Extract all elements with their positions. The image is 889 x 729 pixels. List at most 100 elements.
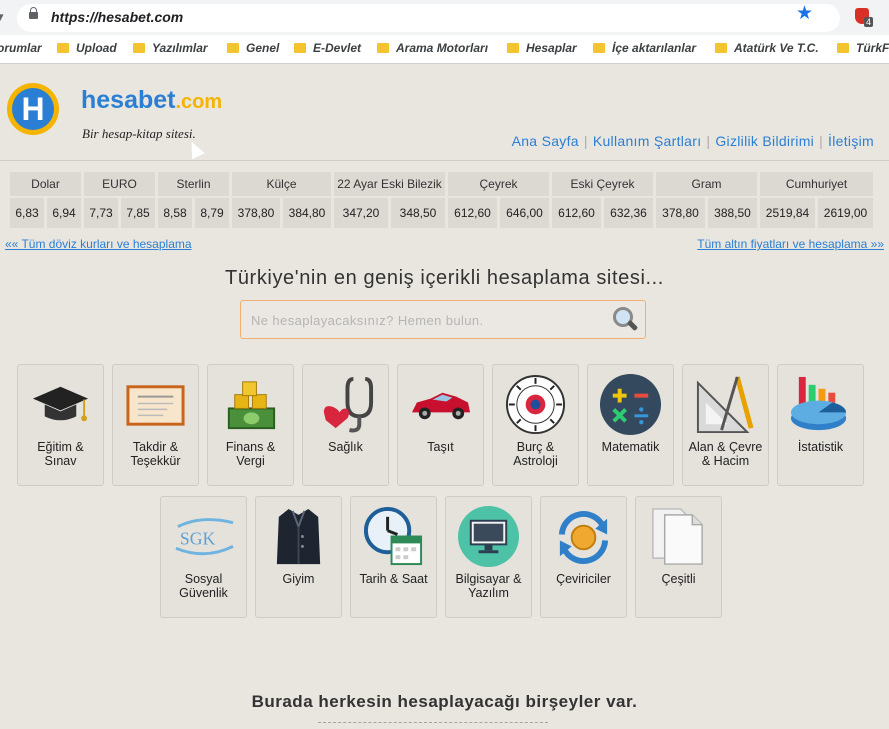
zodiac-icon [505,374,566,435]
category-label: Çeviriciler [556,572,611,586]
nav-separator: | [819,133,824,149]
category-miscellaneous[interactable]: Çeşitli [635,496,722,618]
bookmark-label: Hesaplar [526,41,577,55]
bookmark-item[interactable]: Upload [57,41,117,55]
rate-header-cell[interactable]: 22 Ayar Eski Bilezik [334,172,445,196]
geometry-icon [696,376,754,434]
category-label: Alan & Çevre & Hacim [688,440,763,468]
rate-sell-value: 6,94 [47,198,81,228]
nav-link-privacy[interactable]: Gizlilik Bildirimi [715,133,814,149]
rate-header-cell[interactable]: EURO [84,172,155,196]
folder-icon [507,43,519,53]
brand-name: hesabet [81,86,176,114]
bookmark-star-icon[interactable]: ★ [796,2,813,25]
rates-header-row: Dolar EURO Sterlin Külçe 22 Ayar Eski Bi… [10,172,873,196]
rate-sell-value: 348,50 [391,198,445,228]
rate-header-cell[interactable]: Sterlin [158,172,229,196]
bookmark-item[interactable]: E-Devlet [294,41,361,55]
category-astrology[interactable]: Burç & Astroloji [492,364,579,486]
folder-icon [377,43,389,53]
brand-wordmark[interactable]: hesabet.com [81,86,222,115]
site-logo[interactable]: H [7,83,59,135]
bookmark-label: Atatürk Ve T.C. [734,41,819,55]
category-label: İstatistik [797,440,844,454]
category-geometry[interactable]: Alan & Çevre & Hacim [682,364,769,486]
site-slogan: Bir hesap-kitap sitesi. [82,126,196,141]
category-appreciation[interactable]: Takdir & Teşekkür [112,364,199,486]
nav-link-contact[interactable]: İletişim [828,133,874,149]
category-math[interactable]: Matematik [587,364,674,486]
money-icon [227,381,276,430]
bookmark-item[interactable]: İçe aktarılanlar [593,41,696,55]
stethoscope-icon [323,376,374,433]
category-label: Bilgisayar & Yazılım [455,572,522,600]
search-input[interactable]: Ne hesaplayacaksınız? Hemen bulun. [251,313,484,328]
bookmark-item[interactable]: orumlar [0,41,42,55]
all-currency-rates-link[interactable]: «« Tüm döviz kurları ve hesaplama [5,237,192,251]
address-bar: ▾ https://hesabet.com ★ 4 [0,0,889,35]
bottom-tagline: Burada herkesin hesaplayacağı birşeyler … [251,692,638,711]
category-statistics[interactable]: İstatistik [777,364,864,486]
rate-sell-value: 384,80 [283,198,331,228]
category-vehicle[interactable]: Taşıt [397,364,484,486]
rate-buy-value: 2519,84 [760,198,815,228]
rate-sell-value: 8,79 [195,198,229,228]
rate-buy-value: 612,60 [448,198,497,228]
bookmark-item[interactable]: Arama Motorları [377,41,488,55]
bookmark-item[interactable]: Yazılımlar [133,41,208,55]
header-divider [0,160,889,161]
category-health[interactable]: Sağlık [302,364,389,486]
folder-icon [837,43,849,53]
nav-link-home[interactable]: Ana Sayfa [512,133,579,149]
search-button[interactable] [611,306,639,333]
lock-icon[interactable] [29,7,38,19]
logo-h-icon: H [12,88,54,130]
rate-buy-value: 347,20 [334,198,388,228]
dropdown-arrow-icon[interactable]: ▾ [0,9,4,25]
folder-icon [294,43,306,53]
bookmark-label: Upload [76,41,117,55]
omnibox[interactable]: https://hesabet.com [17,4,840,32]
search-box[interactable]: Ne hesaplayacaksınız? Hemen bulun. [240,300,646,339]
nav-separator: | [583,133,588,149]
exchange-rates-table: Dolar EURO Sterlin Külçe 22 Ayar Eski Bi… [7,170,876,230]
bookmark-label: Arama Motorları [396,41,489,55]
graduation-cap-icon [32,386,89,422]
category-computer[interactable]: Bilgisayar & Yazılım [445,496,532,618]
certificate-icon [126,385,185,426]
category-social-security[interactable]: SGK Sosyal Güvenlik [160,496,247,618]
extension-badge: 4 [864,17,874,27]
category-clothing[interactable]: Giyim [255,496,342,618]
category-education[interactable]: Eğitim & Sınav [17,364,104,486]
category-label: Sağlık [328,440,363,454]
rate-header-cell[interactable]: Külçe [232,172,331,196]
bookmark-item[interactable]: Hesaplar [507,41,577,55]
rate-header-cell[interactable]: Cumhuriyet [760,172,873,196]
bookmark-item[interactable]: Atatürk Ve T.C. [715,41,819,55]
folder-icon [715,43,727,53]
nav-separator: | [706,133,711,149]
rate-header-cell[interactable]: Gram [656,172,757,196]
folder-icon [133,43,145,53]
category-label: Finans & Vergi [225,440,276,468]
category-finance[interactable]: Finans & Vergi [207,364,294,486]
bookmark-label: İçe aktarılanlar [612,41,697,55]
nav-link-terms[interactable]: Kullanım Şartları [593,133,702,149]
category-converters[interactable]: Çeviriciler [540,496,627,618]
computer-icon [457,505,520,568]
bookmark-item[interactable]: TürkFo [837,41,889,55]
rate-header-cell[interactable]: Eski Çeyrek [552,172,653,196]
url-text[interactable]: https://hesabet.com [51,9,183,25]
category-label: Giyim [282,572,315,586]
top-navigation: Ana Sayfa | Kullanım Şartları | Gizlilik Bil… [512,133,874,149]
rate-buy-value: 612,60 [552,198,601,228]
category-date-time[interactable]: Tarih & Saat [350,496,437,618]
rate-header-cell[interactable]: Çeyrek [448,172,549,196]
all-gold-prices-link[interactable]: Tüm altın fiyatları ve hesaplama »» [697,237,884,251]
coat-icon [276,508,321,565]
bookmark-label: orumlar [0,41,42,55]
bookmark-item[interactable]: Genel [227,41,279,55]
rates-values-row: 6,83 6,94 7,73 7,85 8,58 8,79 378,80 384… [10,198,873,228]
bookmarks-bar: orumlar Upload Yazılımlar Genel E-Devlet… [0,35,889,64]
rate-header-cell[interactable]: Dolar [10,172,81,196]
